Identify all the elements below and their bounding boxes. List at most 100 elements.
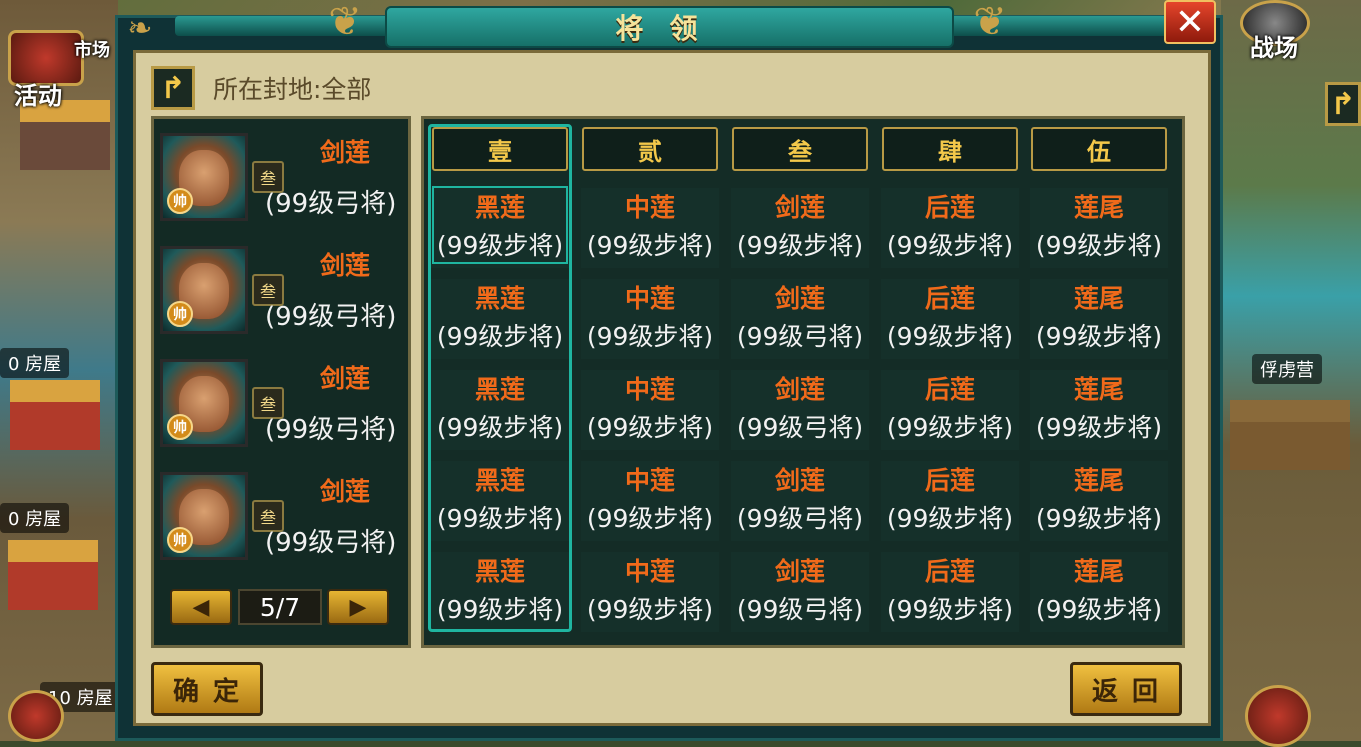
formation-slot[interactable]: 剑莲 (99级弓将)	[731, 552, 869, 632]
commander-badge-icon: 帅	[167, 188, 193, 214]
slot-general-level: (99级步将)	[886, 231, 1014, 260]
house-building[interactable]	[8, 540, 98, 610]
slot-general-name: 中莲	[624, 557, 675, 586]
slot-general-level: (99级步将)	[586, 231, 714, 260]
slot-general-level: (99级步将)	[886, 595, 1014, 624]
slot-general-name: 后莲	[924, 193, 975, 222]
formation-column-header[interactable]: 贰	[582, 127, 718, 171]
general-list-item[interactable]: 帅叁剑莲 (99级弓将)	[160, 359, 410, 459]
commander-badge-icon: 帅	[167, 301, 193, 327]
formation-slot[interactable]: 中莲 (99级步将)	[581, 552, 719, 632]
battlefield-button[interactable]: 战场	[1250, 28, 1298, 63]
general-list-item[interactable]: 帅叁剑莲 (99级弓将)	[160, 246, 410, 346]
general-portrait[interactable]: 帅	[160, 133, 248, 221]
formation-slot[interactable]: 后莲 (99级步将)	[881, 279, 1019, 359]
close-button[interactable]: ✕	[1164, 0, 1216, 44]
slot-general-level: (99级步将)	[586, 595, 714, 624]
formation-slot[interactable]: 后莲 (99级步将)	[881, 370, 1019, 450]
formation-column-header[interactable]: 叁	[732, 127, 868, 171]
slot-general-level: (99级步将)	[886, 504, 1014, 533]
slot-general-level: (99级步将)	[1035, 504, 1163, 533]
general-level: (99级弓将)	[265, 415, 397, 445]
fief-filter-label[interactable]: 所在封地:全部	[213, 70, 371, 106]
dialog-title: 将领	[615, 12, 724, 45]
formation-slot[interactable]: 中莲 (99级步将)	[581, 279, 719, 359]
formation-column-header[interactable]: 伍	[1031, 127, 1167, 171]
slot-general-level: (99级步将)	[586, 413, 714, 442]
back-button[interactable]: 返回	[1070, 662, 1182, 716]
general-list-item[interactable]: 帅叁剑莲 (99级弓将)	[160, 472, 410, 572]
slot-general-name: 莲尾	[1073, 193, 1124, 222]
formation-slot[interactable]: 后莲 (99级步将)	[881, 461, 1019, 541]
general-portrait[interactable]: 帅	[160, 472, 248, 560]
formation-column-header[interactable]: 肆	[882, 127, 1018, 171]
slot-general-name: 剑莲	[774, 284, 825, 313]
formation-slot[interactable]: 中莲 (99级步将)	[581, 461, 719, 541]
slot-general-name: 莲尾	[1073, 375, 1124, 404]
general-level: (99级弓将)	[265, 528, 397, 558]
formation-slot[interactable]: 后莲 (99级步将)	[881, 552, 1019, 632]
general-name: 剑莲	[320, 251, 371, 280]
formation-slot[interactable]: 中莲 (99级步将)	[581, 188, 719, 268]
slot-general-level: (99级步将)	[886, 413, 1014, 442]
formation-slot[interactable]: 莲尾 (99级步将)	[1030, 552, 1168, 632]
slot-general-name: 后莲	[924, 375, 975, 404]
slot-general-name: 中莲	[624, 193, 675, 222]
general-portrait[interactable]: 帅	[160, 246, 248, 334]
formation-slot[interactable]: 中莲 (99级步将)	[581, 370, 719, 450]
general-level: (99级弓将)	[265, 302, 397, 332]
general-level: (99级弓将)	[265, 189, 397, 219]
slot-general-level: (99级弓将)	[736, 595, 864, 624]
activity-button[interactable]: 活动	[14, 76, 62, 111]
formation-slot[interactable]: 后莲 (99级步将)	[881, 188, 1019, 268]
formation-slot[interactable]: 莲尾 (99级步将)	[1030, 279, 1168, 359]
back-arrow-button[interactable]: ↱	[151, 66, 195, 110]
formation-slot[interactable]: 莲尾 (99级步将)	[1030, 370, 1168, 450]
formation-slot[interactable]: 剑莲 (99级步将)	[731, 188, 869, 268]
left-cloud-ornament-icon: ❦	[328, 0, 362, 45]
slot-general-name: 中莲	[624, 284, 675, 313]
camp-building[interactable]	[1230, 400, 1350, 470]
selected-cell-highlight	[432, 186, 568, 264]
slot-general-level: (99级步将)	[1035, 231, 1163, 260]
commander-badge-icon: 帅	[167, 527, 193, 553]
slot-general-level: (99级步将)	[586, 504, 714, 533]
slot-general-name: 莲尾	[1073, 557, 1124, 586]
formation-slot[interactable]: 剑莲 (99级弓将)	[731, 461, 869, 541]
slot-general-name: 剑莲	[774, 557, 825, 586]
prev-page-button[interactable]: ◀	[170, 589, 232, 625]
right-cloud-ornament-icon: ❦	[973, 0, 1007, 45]
slot-general-name: 莲尾	[1073, 466, 1124, 495]
slot-general-level: (99级弓将)	[736, 413, 864, 442]
formation-slot[interactable]: 莲尾 (99级步将)	[1030, 188, 1168, 268]
next-page-button[interactable]: ▶	[327, 589, 389, 625]
slot-general-level: (99级步将)	[736, 231, 864, 260]
map-nav-arrow-icon[interactable]: ↱	[1325, 82, 1361, 126]
slot-general-name: 中莲	[624, 375, 675, 404]
confirm-button[interactable]: 确定	[151, 662, 263, 716]
market-label: 市场	[74, 40, 110, 61]
slot-general-level: (99级步将)	[1035, 595, 1163, 624]
slot-general-name: 后莲	[924, 284, 975, 313]
formation-slot[interactable]: 剑莲 (99级弓将)	[731, 370, 869, 450]
general-portrait[interactable]: 帅	[160, 359, 248, 447]
formation-slot[interactable]: 莲尾 (99级步将)	[1030, 461, 1168, 541]
slot-general-name: 剑莲	[774, 193, 825, 222]
house-building[interactable]	[10, 380, 100, 450]
general-avatar-icon[interactable]	[1245, 685, 1311, 747]
slot-general-level: (99级弓将)	[736, 322, 864, 351]
slot-general-name: 莲尾	[1073, 284, 1124, 313]
slot-general-name: 中莲	[624, 466, 675, 495]
title-plate: 将领	[385, 6, 954, 48]
slot-general-level: (99级步将)	[1035, 413, 1163, 442]
slot-general-name: 后莲	[924, 466, 975, 495]
general-name: 剑莲	[320, 477, 371, 506]
general-name: 剑莲	[320, 364, 371, 393]
slot-general-level: (99级弓将)	[736, 504, 864, 533]
slot-general-name: 剑莲	[774, 375, 825, 404]
formation-slot[interactable]: 剑莲 (99级弓将)	[731, 279, 869, 359]
general-list-item[interactable]: 帅叁剑莲 (99级弓将)	[160, 133, 410, 233]
slot-general-level: (99级步将)	[586, 322, 714, 351]
camp-label: 俘虏营	[1252, 354, 1322, 384]
handshake-icon[interactable]	[8, 690, 64, 742]
